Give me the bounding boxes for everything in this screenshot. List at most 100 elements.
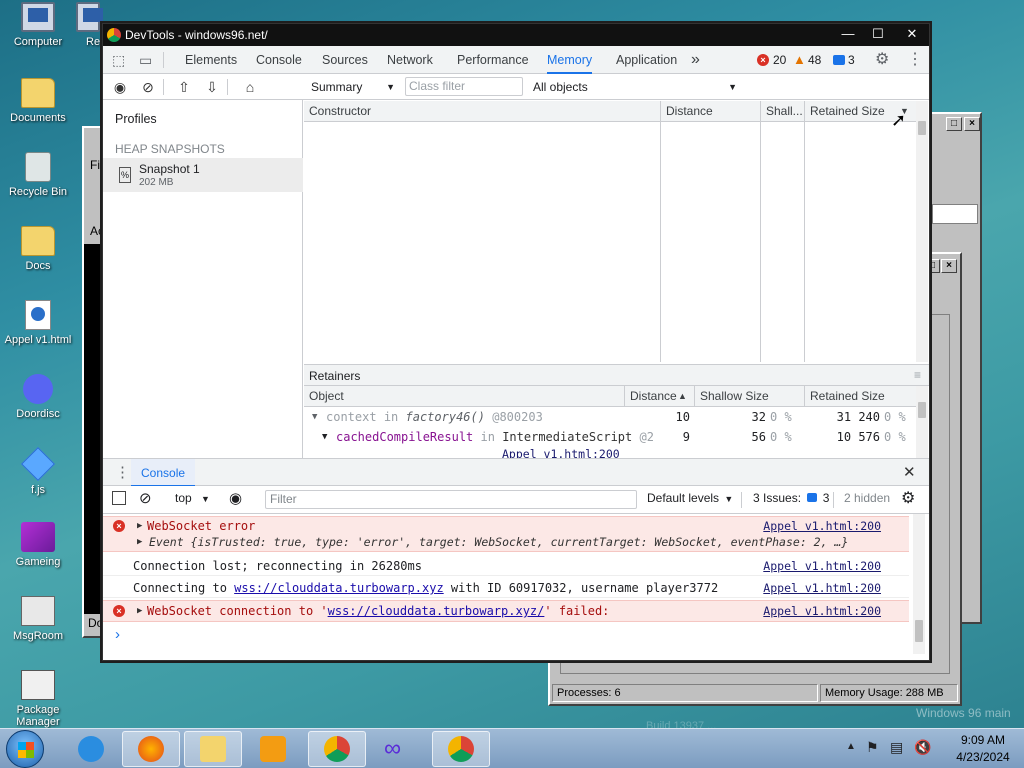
load-profile-icon[interactable]: ⇧ xyxy=(175,78,193,96)
more-tabs-button[interactable]: » xyxy=(691,46,700,74)
drag-handle-icon[interactable]: ≡ xyxy=(914,368,921,382)
expand-icon[interactable]: ▼ xyxy=(312,407,317,427)
desktop-icon-fjs[interactable]: f.js xyxy=(0,447,76,496)
console-log-message[interactable]: Connection lost; reconnecting in 26280ms… xyxy=(103,556,909,576)
scrollbar-thumb[interactable] xyxy=(915,620,923,642)
tab-application[interactable]: Application xyxy=(616,46,677,74)
column-distance[interactable]: Distance xyxy=(660,101,760,121)
table-row[interactable]: ▼ cachedCompileResult in IntermediateScr… xyxy=(304,427,912,447)
message-link[interactable]: wss://clouddata.turbowarp.xyz xyxy=(234,581,444,595)
column-constructor[interactable]: Constructor xyxy=(304,101,660,121)
clear-console-icon[interactable]: ⊘ xyxy=(139,489,152,507)
maximize-button[interactable]: ☐ xyxy=(863,24,893,46)
console-error-message[interactable]: × ▶ WebSocket connection to 'wss://cloud… xyxy=(103,600,909,622)
heap-grid-scrollbar[interactable] xyxy=(916,101,928,362)
clock-date[interactable]: 4/23/2024 xyxy=(948,750,1018,764)
drawer-menu-icon[interactable]: ⋮ xyxy=(115,463,130,481)
column-shallow-size[interactable]: Shallow Size xyxy=(694,386,804,406)
scrollbar-thumb[interactable] xyxy=(918,121,926,135)
tab-performance[interactable]: Performance xyxy=(457,46,529,74)
snapshot-item[interactable]: % Snapshot 1 202 MB xyxy=(103,158,303,192)
close-button[interactable]: × xyxy=(964,117,980,131)
collect-garbage-icon[interactable]: ⌂ xyxy=(241,78,259,96)
column-object[interactable]: Object xyxy=(304,386,624,406)
desktop-icon-re[interactable]: Re xyxy=(76,2,104,48)
desktop-icon-gameing[interactable]: Gameing xyxy=(0,522,76,568)
close-button[interactable]: ✕ xyxy=(897,24,927,46)
tab-console[interactable]: Console xyxy=(256,46,302,74)
tab-sources[interactable]: Sources xyxy=(322,46,368,74)
source-link[interactable]: Appel v1.html:200 xyxy=(502,447,620,458)
maximize-button[interactable]: □ xyxy=(946,117,962,131)
save-profile-icon[interactable]: ⇩ xyxy=(203,78,221,96)
column-retained-size[interactable]: Retained Size xyxy=(804,386,916,406)
message-source-link[interactable]: Appel v1.html:200 xyxy=(763,579,881,597)
taskbar-media-player[interactable] xyxy=(244,731,302,767)
close-drawer-icon[interactable]: ✕ xyxy=(903,463,916,481)
expand-icon[interactable]: ▶ xyxy=(137,533,142,551)
action-center-flag-icon[interactable]: ⚑ xyxy=(866,739,879,756)
devtools-window[interactable]: DevTools - windows96.net/ — ☐ ✕ ⬚ ▭ Elem… xyxy=(102,23,930,661)
desktop-icon-msgroom[interactable]: MsgRoom xyxy=(0,596,76,642)
context-select[interactable]: top ▼ xyxy=(175,491,210,505)
class-filter-input[interactable]: Class filter xyxy=(405,77,523,96)
desktop-icon-doordisc[interactable]: Doordisc xyxy=(0,374,76,420)
console-scrollbar[interactable] xyxy=(913,514,925,654)
desktop-icon-recycle-bin[interactable]: Recycle Bin xyxy=(0,152,76,198)
text-field[interactable] xyxy=(932,204,978,224)
record-icon[interactable]: ◉ xyxy=(111,78,129,96)
expand-icon[interactable]: ▶ xyxy=(137,602,142,620)
network-icon[interactable]: ▤ xyxy=(890,739,903,756)
show-hidden-icons-icon[interactable]: ▲ xyxy=(846,741,856,752)
desktop-icon-appel[interactable]: Appel v1.html xyxy=(0,300,76,346)
taskbar-ie[interactable] xyxy=(62,731,120,767)
expand-icon[interactable]: ▼ xyxy=(322,427,327,447)
clock-time[interactable]: 9:09 AM xyxy=(948,733,1018,747)
message-source-link[interactable]: Appel v1.html:200 xyxy=(763,557,881,575)
more-options-icon[interactable]: ⋮ xyxy=(907,46,923,74)
retainers-scrollbar[interactable] xyxy=(916,386,928,458)
desktop-icon-package-manager[interactable]: Package Manager xyxy=(0,670,76,728)
console-error-message[interactable]: × ▶ WebSocket error Appel v1.html:200 ▶ … xyxy=(103,516,909,552)
tab-memory[interactable]: Memory xyxy=(547,46,593,74)
taskbar-firefox[interactable] xyxy=(122,731,180,767)
view-select[interactable]: Summary ▼ xyxy=(311,78,395,96)
context-value: top xyxy=(175,491,192,505)
tab-elements[interactable]: Elements xyxy=(185,46,237,74)
message-link[interactable]: wss://clouddata.turbowarp.xyz/ xyxy=(328,604,545,618)
drawer-tab-console[interactable]: Console xyxy=(131,459,196,487)
table-row[interactable]: ▼ context in factory46() @800203 10 32 0… xyxy=(304,407,912,427)
console-log-message[interactable]: Connecting to wss://clouddata.turbowarp.… xyxy=(103,578,909,598)
close-button[interactable]: × xyxy=(941,259,957,273)
column-shallow[interactable]: Shall... xyxy=(760,101,804,121)
taskbar-infinity-app[interactable]: ∞ xyxy=(370,731,428,767)
warning-count[interactable]: 48 xyxy=(808,46,821,74)
live-expression-eye-icon[interactable]: ◉ xyxy=(229,489,242,507)
inspect-element-icon[interactable]: ⬚ xyxy=(112,46,125,74)
minimize-button[interactable]: — xyxy=(833,24,863,46)
taskbar-explorer[interactable] xyxy=(184,731,242,767)
objects-select[interactable]: All objects ▼ xyxy=(533,78,737,96)
desktop-icon-documents[interactable]: Documents xyxy=(0,78,76,124)
devtools-title-bar[interactable]: DevTools - windows96.net/ — ☐ ✕ xyxy=(103,24,929,46)
message-source-link[interactable]: Appel v1.html:200 xyxy=(763,602,881,620)
volume-muted-icon[interactable]: 🔇 xyxy=(914,739,931,756)
tab-network[interactable]: Network xyxy=(387,46,433,74)
settings-gear-icon[interactable]: ⚙ xyxy=(875,46,889,74)
console-prompt[interactable]: › xyxy=(115,626,120,643)
taskbar-chrome-1[interactable] xyxy=(308,731,366,767)
log-levels-select[interactable]: Default levels ▼ xyxy=(647,491,733,505)
desktop-icon-docs[interactable]: Docs xyxy=(0,226,76,272)
clear-icon[interactable]: ⊘ xyxy=(139,78,157,96)
desktop-icon-computer[interactable]: Computer xyxy=(0,2,76,48)
console-filter-input[interactable]: Filter xyxy=(265,490,637,509)
issues-button[interactable]: 3 Issues: 3 xyxy=(753,491,829,505)
sidebar-toggle-icon[interactable] xyxy=(112,491,126,505)
taskbar-chrome-2[interactable] xyxy=(432,731,490,767)
scrollbar-thumb[interactable] xyxy=(918,402,926,418)
error-count[interactable]: 20 xyxy=(773,46,786,74)
start-button[interactable] xyxy=(6,730,44,768)
console-settings-gear-icon[interactable]: ⚙ xyxy=(901,488,915,508)
info-count[interactable]: 3 xyxy=(848,46,855,74)
device-toolbar-icon[interactable]: ▭ xyxy=(139,46,152,74)
